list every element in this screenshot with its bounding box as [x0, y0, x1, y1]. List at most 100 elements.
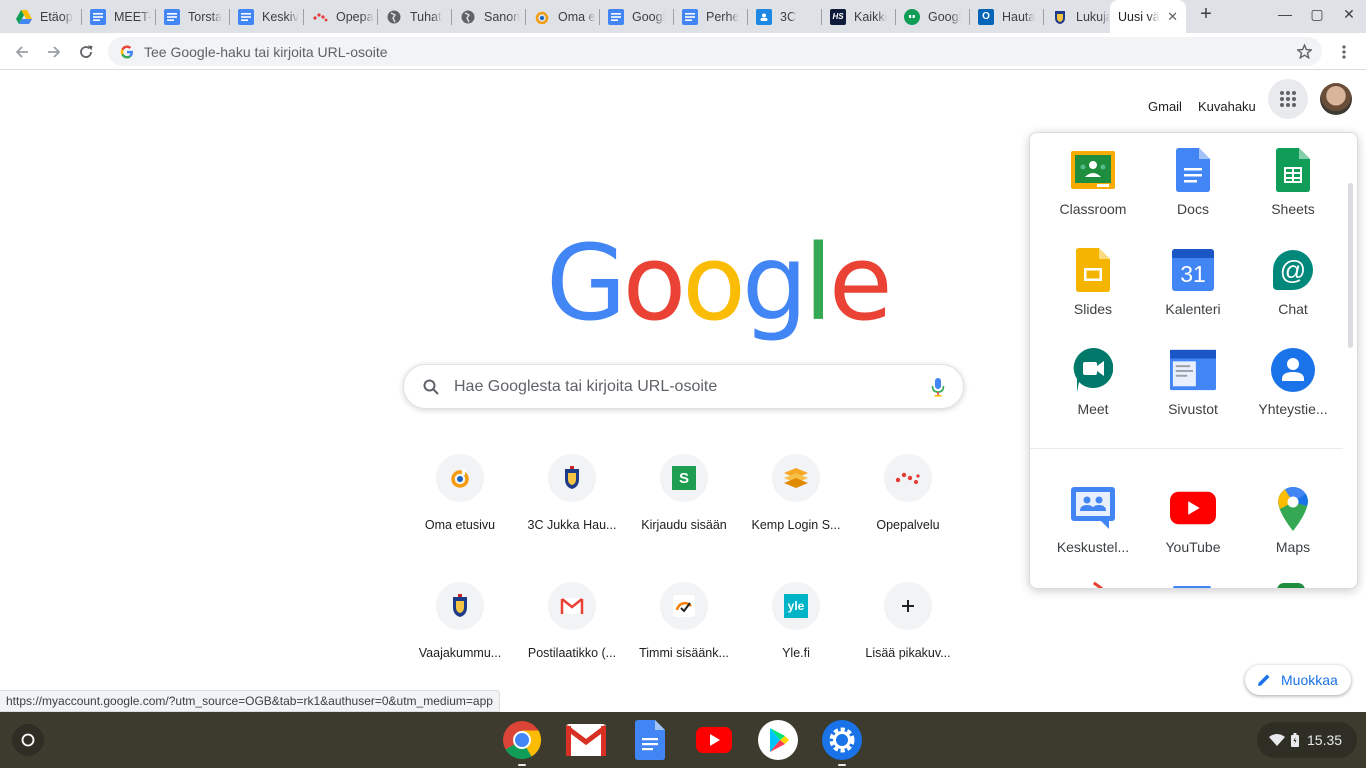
- shortcut-tile[interactable]: S Kirjaudu sisään: [628, 442, 740, 562]
- tab-11[interactable]: HS Kaikki: [822, 0, 894, 33]
- apps-grid-icon: [1280, 91, 1296, 107]
- meet-icon: [1070, 347, 1116, 393]
- shelf-docs[interactable]: [630, 720, 670, 760]
- app-contacts[interactable]: Yhteystie...: [1243, 333, 1343, 429]
- tab-9[interactable]: Perhe: [674, 0, 746, 33]
- star-icon[interactable]: [1297, 44, 1312, 59]
- clock: 15.35: [1307, 732, 1343, 748]
- shortcut-label: Oma etusivu: [424, 518, 496, 532]
- tab-title: Keskiv: [262, 9, 299, 24]
- logo-letter: e: [828, 222, 893, 344]
- shortcut-tile[interactable]: Postilaatikko (...: [516, 570, 628, 690]
- tab-14[interactable]: Lukuja: [1044, 0, 1110, 33]
- tab-0[interactable]: Etäop: [8, 0, 80, 33]
- launcher-button[interactable]: [12, 724, 44, 756]
- tab-10[interactable]: 3C: [748, 0, 820, 33]
- window-close-button[interactable]: ✕: [1337, 6, 1361, 26]
- shortcut-tile[interactable]: Vaajakummu...: [404, 570, 516, 690]
- tab-2[interactable]: Torsta: [156, 0, 228, 33]
- tab-5[interactable]: Tuhat: [378, 0, 450, 33]
- crest-icon: [548, 454, 596, 502]
- tab-title: Lukuja: [1076, 9, 1110, 24]
- images-link[interactable]: Kuvahaku: [1198, 99, 1256, 114]
- status-tray[interactable]: 15.35: [1257, 722, 1357, 758]
- minimize-button[interactable]: —: [1273, 6, 1297, 26]
- partial-app-icon: [1277, 583, 1305, 588]
- shortcut-tile[interactable]: Timmi sisäänk...: [628, 570, 740, 690]
- kemp-icon: [772, 454, 820, 502]
- maximize-button[interactable]: ▢: [1305, 6, 1329, 26]
- logo-letter: l: [803, 222, 833, 344]
- shelf-chrome[interactable]: [502, 720, 542, 766]
- shelf-settings[interactable]: [822, 720, 862, 766]
- shelf-gmail[interactable]: [566, 720, 606, 760]
- app-chat[interactable]: @ Chat: [1243, 233, 1343, 329]
- apps-panel-scrollbar[interactable]: [1348, 183, 1353, 348]
- add-shortcut-tile[interactable]: Lisää pikakuv...: [852, 570, 964, 690]
- app-youtube[interactable]: YouTube: [1143, 471, 1243, 567]
- outlook-icon: O: [978, 8, 994, 25]
- customize-button[interactable]: Muokkaa: [1245, 665, 1351, 695]
- app-classroom[interactable]: Classroom: [1043, 133, 1143, 229]
- shortcut-tile[interactable]: Oma etusivu: [404, 442, 516, 562]
- tab-title: Perhe: [706, 9, 740, 24]
- address-bar[interactable]: Tee Google-haku tai kirjoita URL-osoite: [108, 37, 1322, 66]
- app-label: Kalenteri: [1165, 301, 1221, 317]
- app-maps[interactable]: Maps: [1243, 471, 1343, 567]
- new-tab-button[interactable]: +: [1194, 3, 1218, 25]
- tab-title: Oma e: [558, 9, 596, 24]
- app-sheets[interactable]: Sheets: [1243, 133, 1343, 229]
- account-avatar[interactable]: [1320, 83, 1352, 115]
- logo-letter: g: [741, 222, 808, 344]
- pencil-icon: [1258, 674, 1270, 686]
- app-docs[interactable]: Docs: [1143, 133, 1243, 229]
- tab-13[interactable]: O Hauta: [970, 0, 1042, 33]
- gmail-link[interactable]: Gmail: [1148, 99, 1182, 114]
- menu-button[interactable]: [1330, 38, 1358, 66]
- tab-8[interactable]: Googl: [600, 0, 672, 33]
- tab-4[interactable]: Opepa: [304, 0, 376, 33]
- more-vert-icon: [1342, 45, 1346, 59]
- app-label: Classroom: [1059, 201, 1127, 217]
- hangouts-icon: [904, 8, 920, 25]
- arrow-right-icon: [48, 46, 61, 58]
- tab-12[interactable]: Googl: [896, 0, 968, 33]
- tab-1[interactable]: MEET-: [82, 0, 154, 33]
- app-sites[interactable]: Sivustot: [1143, 333, 1243, 429]
- play-store-icon: [758, 720, 798, 760]
- shortcut-label: Postilaatikko (...: [527, 646, 617, 660]
- oma-icon: [534, 9, 550, 25]
- shortcut-tile[interactable]: yle Yle.fi: [740, 570, 852, 690]
- back-button[interactable]: [8, 38, 36, 66]
- tab-active[interactable]: Uusi vä ✕: [1110, 0, 1186, 33]
- tab-7[interactable]: Oma e: [526, 0, 598, 33]
- microphone-icon[interactable]: [931, 377, 945, 397]
- tab-3[interactable]: Keskiv: [230, 0, 302, 33]
- app-calendar[interactable]: 31 Kalenteri: [1143, 233, 1243, 329]
- forward-button[interactable]: [40, 38, 68, 66]
- logo-letter: G: [546, 222, 627, 344]
- docs-icon: [164, 8, 180, 25]
- shelf-play-store[interactable]: [758, 720, 798, 760]
- shortcut-tile[interactable]: Kemp Login S...: [740, 442, 852, 562]
- app-slides[interactable]: Slides: [1043, 233, 1143, 329]
- google-logo: Google: [546, 231, 893, 335]
- tab-close-icon[interactable]: ✕: [1167, 9, 1178, 25]
- shelf-youtube[interactable]: [694, 720, 734, 760]
- gmail-icon: [548, 582, 596, 630]
- shortcut-label: Kemp Login S...: [751, 518, 841, 532]
- app-groups[interactable]: Keskustel...: [1043, 471, 1143, 567]
- shortcut-label: Kirjaudu sisään: [641, 518, 727, 532]
- shortcut-tile[interactable]: Opepalvelu: [852, 442, 964, 562]
- tab-title: Kaikki: [854, 9, 888, 24]
- reload-button[interactable]: [72, 38, 100, 66]
- battery-icon: [1291, 733, 1299, 747]
- app-meet[interactable]: Meet: [1043, 333, 1143, 429]
- tab-6[interactable]: Sanon: [452, 0, 524, 33]
- oma-icon: [436, 454, 484, 502]
- chat-icon: @: [1270, 247, 1316, 293]
- search-placeholder: Hae Googlesta tai kirjoita URL-osoite: [454, 377, 718, 395]
- google-apps-button[interactable]: [1268, 79, 1308, 119]
- shortcut-tile[interactable]: 3C Jukka Hau...: [516, 442, 628, 562]
- search-box[interactable]: Hae Googlesta tai kirjoita URL-osoite: [403, 364, 964, 409]
